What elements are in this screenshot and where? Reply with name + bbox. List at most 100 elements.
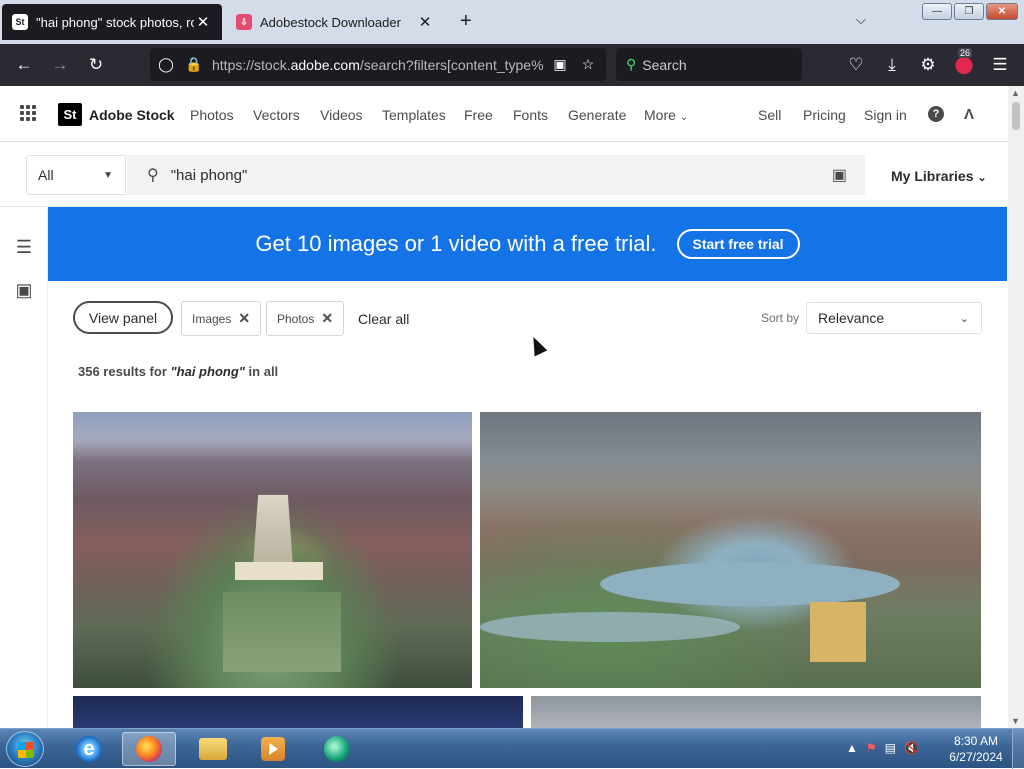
left-rail: ☰ ▣ [0,208,48,728]
clock-time: 8:30 AM [953,734,999,748]
help-icon[interactable]: ? [928,106,944,122]
scroll-down-icon[interactable]: ▼ [1011,716,1020,726]
nav-sign-in[interactable]: Sign in [864,107,907,123]
lock-icon[interactable]: 🔒 [182,56,206,73]
filter-chip-label: Images [192,311,232,326]
nav-sell[interactable]: Sell [758,107,781,123]
taskbar-clock[interactable]: 8:30 AM 6/27/2024 [944,733,1008,765]
view-panel-button[interactable]: View panel [73,301,173,334]
scroll-up-icon[interactable]: ▲ [1011,88,1020,98]
adobe-logo-icon[interactable]: Λ [964,106,974,123]
nav-generate[interactable]: Generate [568,107,626,123]
search-icon: ⚲ [147,167,159,184]
result-thumbnail[interactable] [73,412,472,688]
sort-dropdown[interactable]: Relevance ⌄ [806,302,982,334]
start-button[interactable] [6,731,44,767]
list-all-tabs-chevron-icon[interactable]: ⌵ [856,12,866,28]
start-free-trial-button[interactable]: Start free trial [676,229,800,259]
download-favicon-icon: ⇩ [236,14,252,30]
taskbar-app[interactable] [310,732,364,766]
results-count-text: 356 results for [78,364,171,379]
volume-muted-icon[interactable]: 🔇 [904,741,919,755]
filter-chip-photos[interactable]: Photos ✕ [266,301,345,336]
minimize-button[interactable]: — [922,3,952,20]
address-bar[interactable]: ◯ 🔒 https://stock.adobe.com/search?filte… [150,48,606,81]
back-arrow-icon[interactable]: ← [12,55,36,75]
browser-search-field[interactable]: ⚲ Search [616,48,802,81]
media-player-icon [261,737,285,761]
remove-filter-icon[interactable]: ✕ [321,310,333,327]
nav-templates[interactable]: Templates [382,107,446,123]
visual-search-icon[interactable]: ▣ [832,165,847,185]
stock-logo-mark: St [58,103,82,126]
search-scope-dropdown[interactable]: All ▼ [26,155,126,195]
nav-vectors[interactable]: Vectors [253,107,300,123]
extensions-icon[interactable]: ⚙ [916,55,940,75]
nav-more-label: More [644,107,676,123]
forward-arrow-icon[interactable]: → [48,55,72,75]
shield-icon[interactable]: ◯ [154,56,178,73]
remove-filter-icon[interactable]: ✕ [238,310,250,327]
chevron-down-icon: ▼ [103,169,113,181]
maximize-button[interactable]: ❐ [954,3,984,20]
filter-sliders-icon[interactable]: ☰ [14,237,34,258]
thumbnail-detail [223,592,341,672]
extension-badge: 26 [958,48,973,58]
pocket-icon[interactable]: ♡ [844,55,868,75]
chevron-down-icon: ⌄ [977,172,987,184]
search-input[interactable]: ⚲ "hai phong" ▣ [127,155,865,195]
taskbar-file-explorer[interactable] [186,732,240,766]
thumbnail-detail [810,602,866,662]
close-tab-icon[interactable]: ✕ [194,13,212,31]
reader-view-icon[interactable]: ▣ [548,56,572,73]
taskbar-firefox[interactable] [122,732,176,766]
new-tab-plus-icon[interactable]: + [460,10,472,33]
tab-adobestock-downloader[interactable]: ⇩ Adobestock Downloader ✕ [226,4,444,40]
nav-videos[interactable]: Videos [320,107,363,123]
action-center-flag-icon[interactable]: ⚑ [866,741,877,755]
close-tab-icon[interactable]: ✕ [416,13,434,31]
filter-chip-images[interactable]: Images ✕ [181,301,262,336]
url-suffix: /search?filters[content_type%3 [359,56,544,73]
url-text[interactable]: https://stock.adobe.com/search?filters[c… [212,57,544,73]
network-icon[interactable]: ▤ [885,741,896,755]
taskbar-internet-explorer[interactable]: e [62,732,116,766]
results-query: "hai phong" [170,364,245,379]
results-suffix: in all [244,364,279,379]
extension-adblock-icon[interactable]: ⬤ [952,55,976,75]
system-tray: ▲ ⚑ ▤ 🔇 [846,741,919,755]
search-engine-icon: ⚲ [626,56,637,72]
nav-pricing[interactable]: Pricing [803,107,846,123]
downloads-icon[interactable]: ⤓ [880,55,904,75]
firefox-icon [136,736,162,762]
visual-search-icon[interactable]: ▣ [14,280,34,301]
bookmark-star-icon[interactable]: ☆ [576,56,600,73]
result-thumbnail[interactable] [480,412,981,688]
taskbar-media-player[interactable] [246,732,300,766]
folder-icon [199,738,227,760]
hamburger-menu-icon[interactable]: ☰ [988,55,1012,75]
nav-more[interactable]: More ⌄ [644,107,688,123]
sort-value: Relevance [818,310,885,326]
nav-free[interactable]: Free [464,107,493,123]
chevron-down-icon: ⌄ [679,112,689,123]
search-scope-value: All [38,167,54,183]
show-hidden-icons-icon[interactable]: ▲ [846,741,858,755]
my-libraries-button[interactable]: My Libraries ⌄ [891,168,987,184]
close-window-button[interactable]: ✕ [986,3,1018,20]
nav-photos[interactable]: Photos [190,107,234,123]
clock-date: 6/27/2024 [949,750,1003,764]
reload-icon[interactable]: ↻ [84,55,108,75]
page-scrollbar[interactable]: ▲ ▼ [1008,86,1024,728]
show-desktop-button[interactable] [1012,729,1024,769]
nav-fonts[interactable]: Fonts [513,107,548,123]
scrollbar-thumb[interactable] [1012,102,1020,130]
clear-all-button[interactable]: Clear all [358,311,409,327]
brand-name: Adobe Stock [89,106,175,123]
thumbnail-detail [235,562,323,580]
tab-adobe-stock[interactable]: St "hai phong" stock photos, royalty ✕ [2,4,222,40]
adobe-stock-logo[interactable]: St Adobe Stock [58,103,175,126]
thumbnail-detail [480,612,740,642]
app-switcher-grid-icon[interactable] [20,105,36,121]
my-libraries-label: My Libraries [891,168,974,184]
